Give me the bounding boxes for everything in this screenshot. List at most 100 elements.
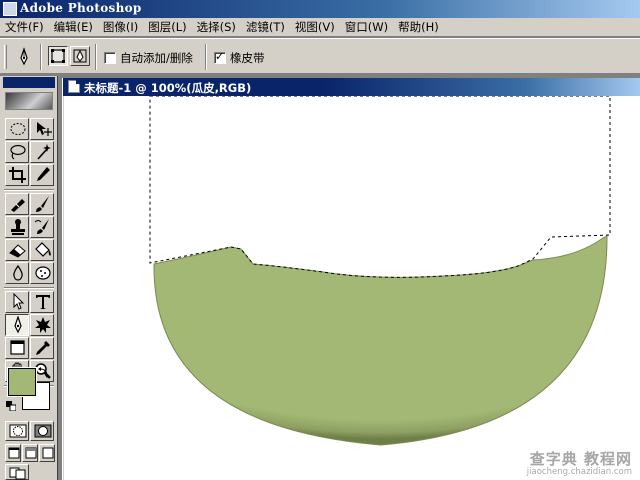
site-watermark: 查字典 教程网 jiaocheng.chazidian.com xyxy=(510,446,638,480)
menu-bar: 文件(F) 编辑(E) 图像(I) 图层(L) 选择(S) 滤镜(T) 视图(V… xyxy=(0,18,640,37)
paths-icon xyxy=(73,49,87,63)
eyedropper-tool[interactable] xyxy=(30,337,54,359)
options-separator xyxy=(40,44,42,70)
menu-select[interactable]: 选择(S) xyxy=(192,18,241,37)
watermark-url: jiaocheng.chazidian.com xyxy=(526,467,632,477)
menu-window[interactable]: 窗口(W) xyxy=(340,18,393,37)
document-title: 未标题-1 @ 100%(瓜皮,RGB) xyxy=(84,81,252,95)
ellipse-marquee-icon xyxy=(10,123,26,135)
path-selection-tool[interactable] xyxy=(5,291,29,313)
swap-colors-icon[interactable] xyxy=(38,366,50,378)
paint-bucket-tool[interactable] xyxy=(30,239,54,261)
melon-rind-shape xyxy=(153,235,608,446)
standard-mode-icon xyxy=(9,424,27,438)
app-title-bar[interactable]: Adobe Photoshop xyxy=(0,0,640,18)
image-canvas[interactable] xyxy=(63,95,640,480)
history-brush-icon xyxy=(34,219,49,234)
pen-tool-preset-icon[interactable] xyxy=(14,47,34,67)
lasso-icon xyxy=(10,144,26,160)
options-bar: 自动添加/删除 ✓ 橡皮带 xyxy=(0,38,640,74)
blur-tool[interactable] xyxy=(5,262,29,284)
watermark-title: 查字典 教程网 xyxy=(529,450,632,468)
pen-tool[interactable] xyxy=(5,314,29,336)
toolbox-divider xyxy=(4,287,54,289)
menu-layer[interactable]: 图层(L) xyxy=(143,18,191,37)
screen-mode-menubar-button[interactable] xyxy=(22,444,38,462)
screen-mode-standard-icon xyxy=(8,447,20,459)
healing-brush-tool[interactable] xyxy=(5,193,29,215)
auto-add-delete-label: 自动添加/删除 xyxy=(120,51,193,65)
checkmark-icon: ✓ xyxy=(215,50,225,63)
custom-shape-tool[interactable] xyxy=(30,314,54,336)
default-colors-icon[interactable] xyxy=(6,400,17,412)
move-tool[interactable] xyxy=(30,118,54,140)
menu-help[interactable]: 帮助(H) xyxy=(393,18,444,37)
type-tool[interactable] xyxy=(30,291,54,313)
paths-button[interactable] xyxy=(70,46,90,66)
menu-file[interactable]: 文件(F) xyxy=(0,18,49,37)
auto-add-delete-checkbox[interactable]: 自动添加/删除 xyxy=(104,51,193,65)
jump-to-imageready-button[interactable] xyxy=(5,464,29,480)
toolbox-logo[interactable] xyxy=(5,92,53,110)
rubber-band-label: 橡皮带 xyxy=(230,51,265,65)
shape-layers-button[interactable] xyxy=(48,46,68,66)
history-brush-tool[interactable] xyxy=(30,216,54,238)
crop-tool[interactable] xyxy=(5,164,29,186)
crop-icon xyxy=(9,167,26,183)
screen-mode-menubar-icon xyxy=(25,447,37,459)
brush-icon xyxy=(36,196,49,212)
options-separator xyxy=(95,44,97,70)
type-t-icon xyxy=(36,295,50,309)
paint-bucket-icon xyxy=(35,242,51,257)
document-icon[interactable] xyxy=(68,80,80,93)
magic-wand-tool[interactable] xyxy=(30,141,54,163)
dodge-tool[interactable] xyxy=(30,262,54,284)
move-icon xyxy=(37,122,52,136)
eyedropper-icon xyxy=(36,341,50,355)
rubber-band-checkbox[interactable]: ✓ 橡皮带 xyxy=(214,50,265,65)
note-icon xyxy=(10,340,25,355)
checkbox-box[interactable] xyxy=(104,52,116,64)
starburst-icon xyxy=(35,317,51,333)
quick-mask-button[interactable] xyxy=(30,421,54,441)
shape-layers-icon xyxy=(51,49,65,63)
arrow-icon xyxy=(13,293,25,310)
toolbox xyxy=(0,76,58,480)
options-separator xyxy=(205,44,207,70)
notes-tool[interactable] xyxy=(5,337,29,359)
toolbox-divider xyxy=(4,189,54,191)
clone-stamp-icon xyxy=(11,219,25,235)
menu-filter[interactable]: 滤镜(T) xyxy=(241,18,290,37)
toolbox-title-bar[interactable] xyxy=(3,77,55,88)
app-title: Adobe Photoshop xyxy=(20,1,142,15)
blur-drop-icon xyxy=(13,264,23,281)
screen-mode-standard-button[interactable] xyxy=(5,444,21,462)
eraser-icon xyxy=(9,244,26,258)
document-title-bar[interactable]: 未标题-1 @ 100%(瓜皮,RGB) xyxy=(63,78,640,96)
canvas-edge xyxy=(63,96,64,480)
options-bar-grip[interactable] xyxy=(4,45,7,69)
menu-edit[interactable]: 编辑(E) xyxy=(49,18,98,37)
checkbox-box[interactable]: ✓ xyxy=(214,50,226,64)
document-window: 未标题-1 @ 100%(瓜皮,RGB) xyxy=(62,78,640,480)
pen-icon xyxy=(14,316,22,334)
clone-stamp-tool[interactable] xyxy=(5,216,29,238)
screen-mode-full-button[interactable] xyxy=(39,444,55,462)
standard-mode-button[interactable] xyxy=(5,421,29,441)
canvas-artwork xyxy=(63,95,611,480)
slice-icon xyxy=(37,167,50,181)
sponge-icon xyxy=(35,266,51,280)
menu-image[interactable]: 图像(I) xyxy=(98,18,143,37)
imageready-icon xyxy=(9,467,26,480)
marquee-tool[interactable] xyxy=(5,118,29,140)
quick-mask-icon xyxy=(34,424,52,438)
foreground-color-swatch[interactable] xyxy=(8,368,36,396)
lasso-tool[interactable] xyxy=(5,141,29,163)
brush-tool[interactable] xyxy=(30,193,54,215)
magic-wand-icon xyxy=(37,144,51,160)
screen-mode-full-icon xyxy=(42,447,54,459)
slice-tool[interactable] xyxy=(30,164,54,186)
photoshop-app-icon[interactable] xyxy=(3,2,17,16)
menu-view[interactable]: 视图(V) xyxy=(290,18,340,37)
eraser-tool[interactable] xyxy=(5,239,29,261)
